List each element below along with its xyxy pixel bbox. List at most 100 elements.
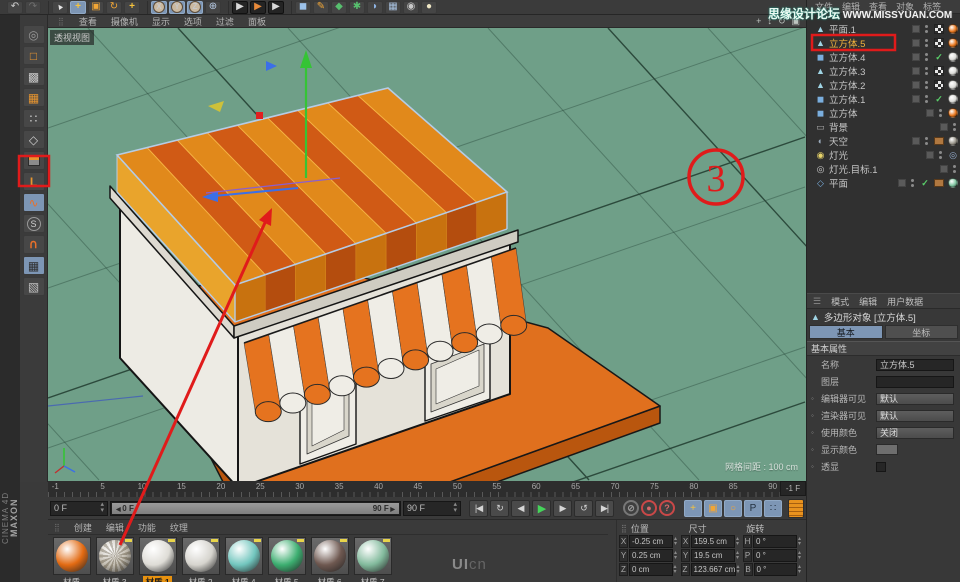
object-row-立方体.5[interactable]: ▲立方体.5 [807,36,960,50]
spinner-icon[interactable]: ▴▾ [798,565,804,575]
position-value-field[interactable]: -0.25 cm [629,535,673,548]
tab-coordinates[interactable]: 坐标 [885,325,959,339]
object-row-立方体.4[interactable]: ◼立方体.4✓ [807,50,960,64]
material-thumbnail[interactable] [268,537,306,575]
attribute-dropdown[interactable]: 默认 [876,393,954,405]
visibility-dots[interactable] [953,165,956,173]
viewport-menu-3[interactable]: 选项 [184,15,202,28]
position-value-field[interactable]: 0 cm [629,563,673,576]
material-材质.6[interactable]: 材质.6 [308,537,351,582]
last-tool-icon[interactable]: + [124,1,140,14]
visibility-dots[interactable] [939,151,942,159]
viewport-menu-2[interactable]: 显示 [152,15,170,28]
object-row-立方体.3[interactable]: ▲立方体.3 [807,64,960,78]
material-menu-0[interactable]: 创建 [74,521,92,534]
range-end-field[interactable]: 90 F▴▾ [403,501,461,516]
size-value-field[interactable]: 123.667 cm [691,563,736,576]
workplane-mode-icon[interactable]: ▦ [23,88,45,107]
material-材质.4[interactable]: 材质.4 [222,537,265,582]
material-menu-1[interactable]: 编辑 [106,521,124,534]
model-mode-icon[interactable]: □ [23,46,45,65]
viewport-nav-icon-0[interactable]: + [756,16,761,27]
key-parameter-button[interactable]: P [744,500,762,517]
prev-frame-button[interactable]: ◀ [511,500,530,517]
key-pla-button[interactable]: ∷ [764,500,782,517]
key-position-button[interactable]: + [684,500,702,517]
rotation-value-field[interactable]: 0 ° [753,535,797,548]
material-tag-icon[interactable] [948,66,958,76]
select-tool-icon[interactable]: ▲ [52,1,68,14]
add-camera-icon[interactable]: ◉ [403,1,419,14]
attribute-grip-icon[interactable]: ☰ [813,296,821,307]
layer-toggle[interactable] [898,179,906,187]
material-tag-icon[interactable] [948,24,958,34]
layer-toggle[interactable] [912,25,920,33]
object-row-背景[interactable]: ▭背景 [807,120,960,134]
undo-icon[interactable]: ↶ [7,1,23,14]
material-材质.3[interactable]: 材质.3 [93,537,136,582]
animation-dot-icon[interactable]: ◦ [811,428,818,437]
goto-end-button[interactable]: ▶| [595,500,614,517]
material-tag-icon[interactable] [948,80,958,90]
material-tag-icon[interactable] [948,178,958,188]
perspective-viewport[interactable]: 透视视图 网格间距 : 100 cm [48,28,806,481]
attribute-input[interactable]: 立方体.5 [876,359,954,371]
visibility-dots[interactable] [925,39,928,47]
layer-toggle[interactable] [912,39,920,47]
object-row-立方体.2[interactable]: ▲立方体.2 [807,78,960,92]
render-settings-icon[interactable]: ▶ [268,1,284,14]
material-材质.7[interactable]: 材质.7 [351,537,394,582]
layer-toggle[interactable] [912,81,920,89]
compositing-tag-icon[interactable] [934,179,944,187]
move-tool-icon[interactable]: + [70,1,86,14]
visibility-dots[interactable] [925,137,928,145]
phong-tag-icon[interactable]: ✓ [920,178,930,188]
render-view-icon[interactable]: ▶ [232,1,248,14]
rotate-tool-icon[interactable]: ↻ [106,1,122,14]
next-frame-button[interactable]: ▶ [553,500,572,517]
loop-button[interactable]: ↺ [574,500,593,517]
texture-mode-icon[interactable]: ▩ [23,67,45,86]
axis-y-lock-icon[interactable]: Y [169,1,185,14]
viewport-label[interactable]: 透视视图 [50,30,94,45]
play-forward-button[interactable]: ▶ [532,500,551,517]
attribute-color-swatch[interactable] [876,444,898,455]
attribute-input[interactable] [876,376,954,388]
spinner-icon[interactable]: ▴▾ [798,551,804,561]
attribute-menu-1[interactable]: 编辑 [859,295,877,308]
visibility-dots[interactable] [925,25,928,33]
spinner-icon[interactable]: ▴▾ [674,565,680,575]
axis-x-lock-icon[interactable]: X [151,1,167,14]
menubar-grip-icon[interactable]: ⣿ [58,17,65,26]
polygon-mode-icon[interactable] [23,151,45,170]
viewport-solo-icon[interactable]: ∿ [23,193,45,212]
material-thumbnail[interactable] [311,537,349,575]
material-menu-grip-icon[interactable]: ⣿ [54,523,60,532]
target-tag-icon[interactable]: ◎ [948,150,958,160]
add-scene-object-icon[interactable]: ◗ [367,1,383,14]
snap-icon[interactable]: S [23,214,45,233]
current-frame-field[interactable]: 0 F▴▾ [50,501,108,516]
visibility-dots[interactable] [925,81,928,89]
animation-dot-icon[interactable]: ◦ [811,394,818,403]
axis-mode-icon[interactable]: L [23,172,45,191]
layer-toggle[interactable] [912,137,920,145]
texture-tag-icon[interactable] [934,66,944,76]
workplane-lock-icon[interactable]: ▦ [23,256,45,275]
add-deformer-icon[interactable]: ✱ [349,1,365,14]
layer-toggle[interactable] [940,123,948,131]
object-row-灯光.目标.1[interactable]: ◎灯光.目标.1 [807,162,960,176]
texture-tag-icon[interactable] [934,24,944,34]
size-value-field[interactable]: 19.5 cm [691,549,735,562]
points-mode-icon[interactable]: ∷ [23,109,45,128]
material-tag-icon[interactable] [948,38,958,48]
axis-z-lock-icon[interactable]: Z [187,1,203,14]
animation-dot-icon[interactable]: ◦ [811,411,818,420]
material-材质[interactable]: 材质 [50,537,93,582]
rotation-value-field[interactable]: 0 ° [753,549,797,562]
rotation-value-field[interactable]: 0 ° [754,563,798,576]
compositing-tag-icon[interactable] [934,137,944,145]
material-thumbnail[interactable] [354,537,392,575]
scale-tool-icon[interactable]: ▣ [88,1,104,14]
viewport-menu-4[interactable]: 过滤 [216,15,234,28]
